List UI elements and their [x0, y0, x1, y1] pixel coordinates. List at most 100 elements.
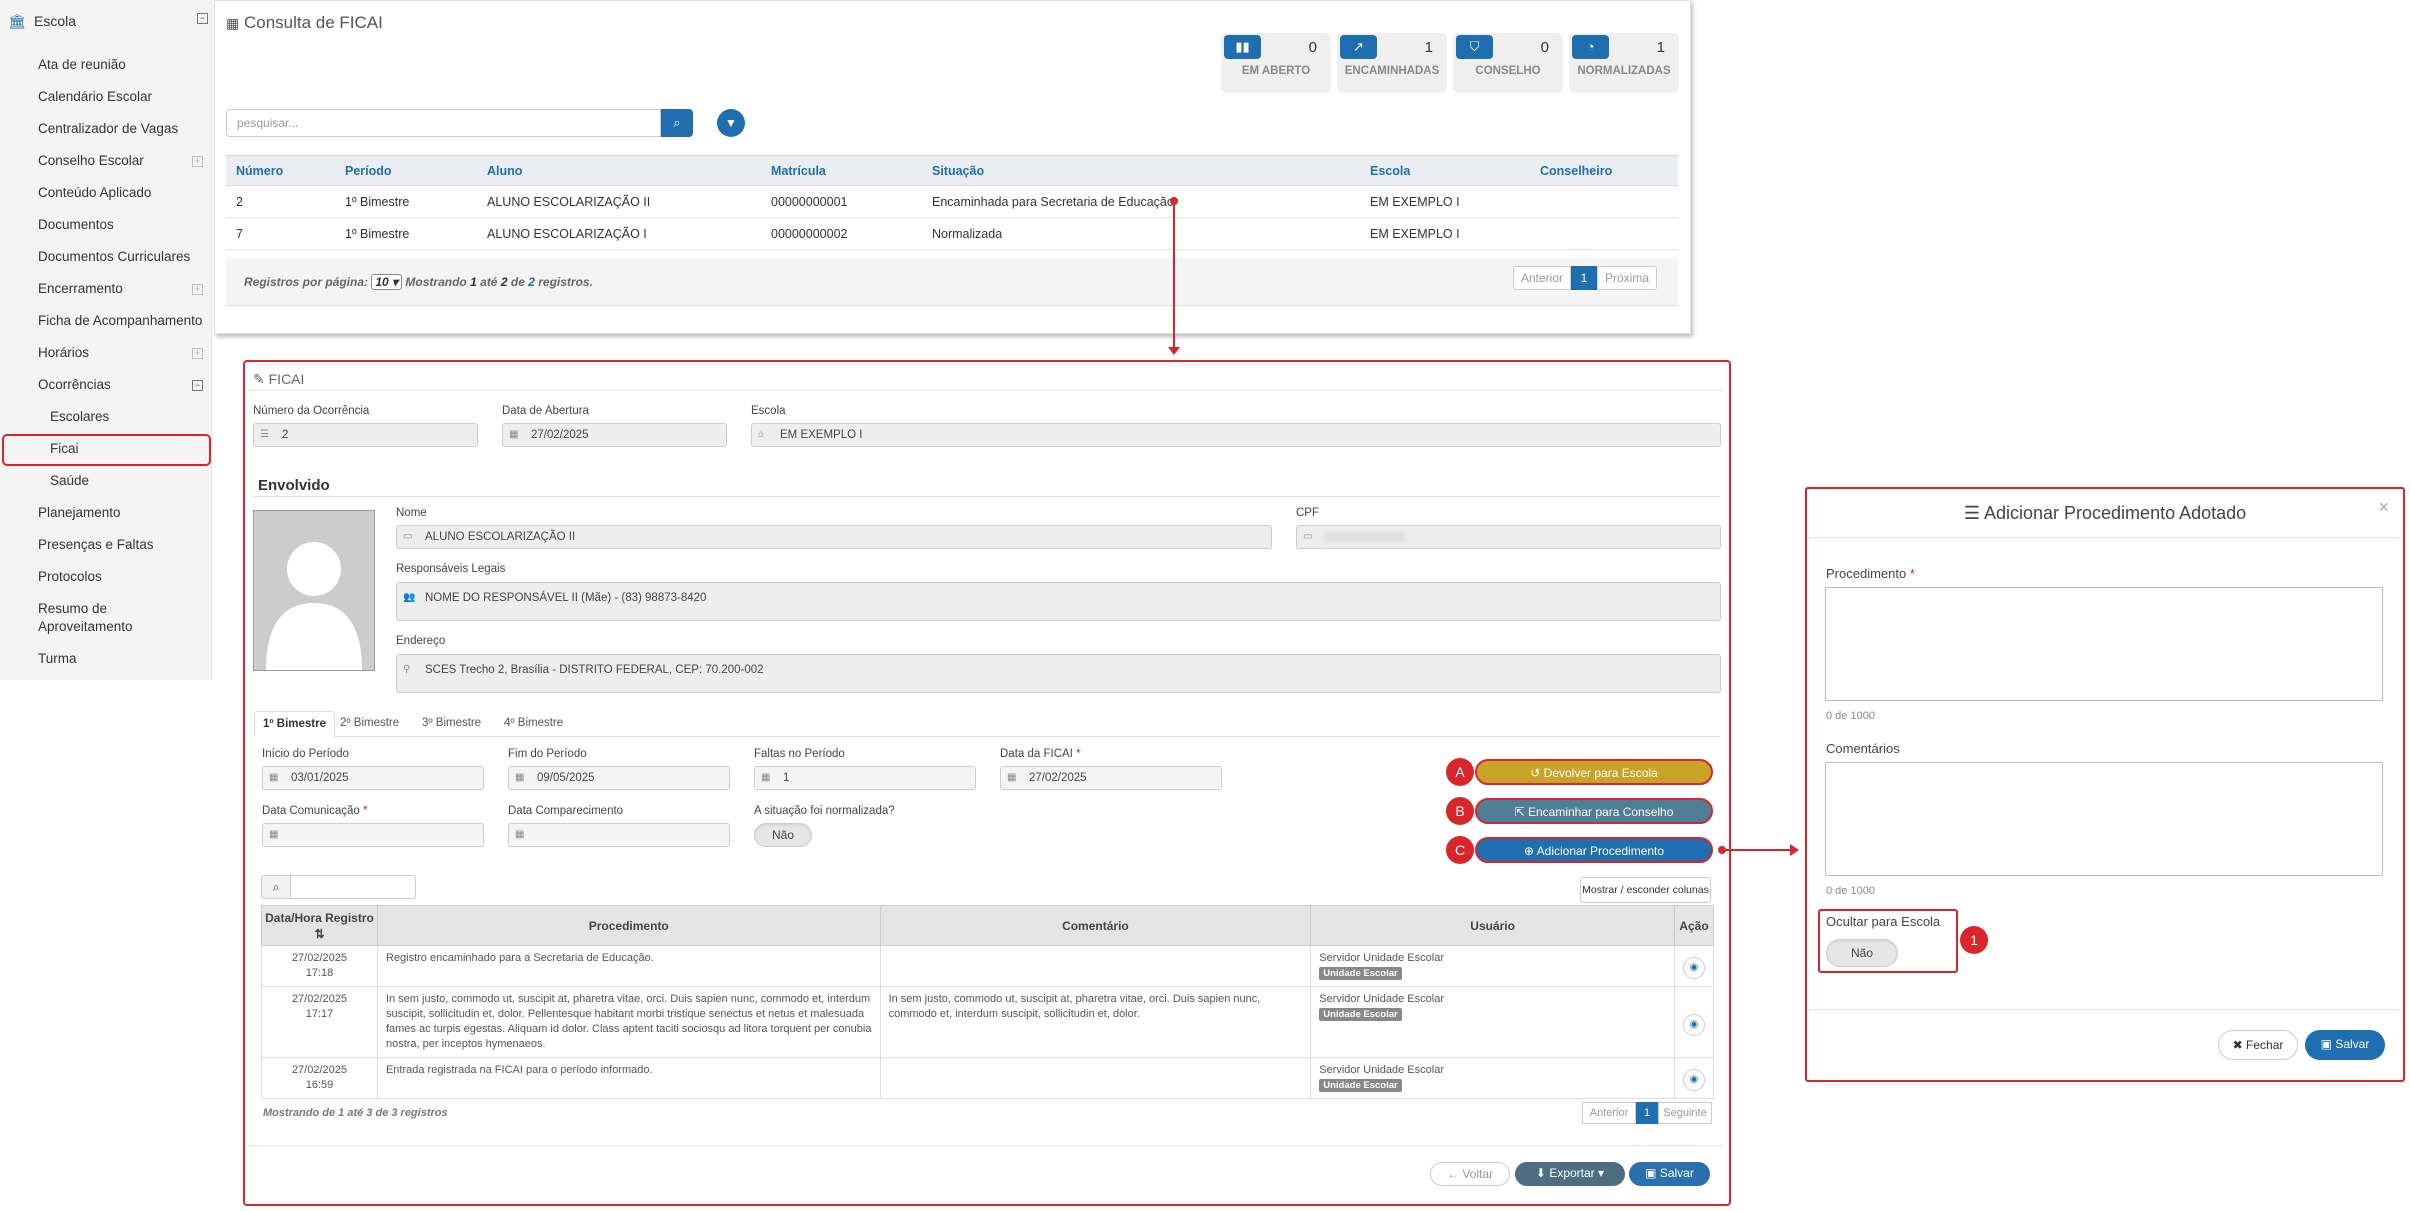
table-row[interactable]: 7 1º Bimestre ALUNO ESCOLARIZAÇÃO I 0000…: [226, 217, 1678, 250]
escola-field[interactable]: ⌂ EM EXEMPLO I: [751, 423, 1721, 447]
sidebar-item-ficai[interactable]: Ficai: [50, 441, 79, 456]
cell-usuario: Servidor Unidade Escolar Unidade Escolar: [1310, 945, 1675, 987]
sidebar-item-presencas[interactable]: Presenças e Faltas: [38, 537, 154, 552]
records-footer-info: Mostrando de 1 até 3 de 3 registros: [263, 1107, 448, 1119]
voltar-button[interactable]: ← Voltar: [1430, 1162, 1510, 1186]
abertura-field[interactable]: ▦ 27/02/2025: [502, 423, 727, 447]
records-pagination-page-1[interactable]: 1: [1636, 1102, 1658, 1124]
sidebar-item-centralizador[interactable]: Centralizador de Vagas: [38, 121, 178, 136]
per-page-select[interactable]: 10 ▾: [371, 274, 403, 290]
normalizada-toggle[interactable]: Não: [754, 823, 812, 847]
col-usuario[interactable]: Usuário: [1310, 905, 1675, 946]
col-situacao[interactable]: Situação: [922, 155, 1360, 186]
eye-icon[interactable]: ◉: [1683, 957, 1705, 979]
sidebar-item-calendario[interactable]: Calendário Escolar: [38, 89, 152, 104]
sidebar-item-saude[interactable]: Saúde: [50, 473, 89, 488]
search-button[interactable]: ⌕: [661, 109, 693, 137]
col-data-hora[interactable]: Data/Hora Registro ⇅: [261, 905, 378, 946]
sidebar-item-ocorrencias[interactable]: Ocorrências: [38, 377, 111, 392]
sidebar-item-horarios[interactable]: Horários: [38, 345, 89, 360]
comparecimento-field[interactable]: ▦: [508, 823, 730, 847]
columns-toggle-button[interactable]: Mostrar / esconder colunas: [1580, 877, 1711, 903]
tab-1-bimestre[interactable]: 1º Bimestre: [254, 711, 336, 737]
exportar-button[interactable]: ⬇ Exportar ▾: [1515, 1162, 1625, 1186]
cell-conselheiro: [1530, 217, 1678, 250]
sidebar-header-label: Escola: [34, 13, 77, 29]
abertura-label: Data de Abertura: [502, 405, 589, 417]
pagination-next[interactable]: Próxima: [1597, 266, 1657, 290]
records-search-input[interactable]: [290, 875, 416, 899]
sidebar-header-escola[interactable]: 🏛 Escola −: [8, 10, 208, 32]
sidebar-item-documentos-curriculares[interactable]: Documentos Curriculares: [38, 249, 190, 264]
expand-icon[interactable]: +: [192, 156, 203, 167]
eye-icon[interactable]: ◉: [1683, 1014, 1705, 1036]
endereco-field[interactable]: ⚲ SCES Trecho 2, Brasília - DISTRITO FEDE…: [396, 654, 1721, 693]
sidebar-item-turma[interactable]: Turma: [38, 651, 77, 666]
avatar-icon: [266, 542, 362, 670]
ocultar-toggle[interactable]: Não: [1826, 939, 1898, 967]
stat-encaminhadas[interactable]: ↗ 1 ENCAMINHADAS: [1337, 33, 1447, 93]
fim-field[interactable]: ▦ 09/05/2025: [508, 766, 730, 790]
col-escola[interactable]: Escola: [1360, 155, 1530, 186]
col-conselheiro[interactable]: Conselheiro: [1530, 155, 1678, 186]
salvar-button[interactable]: ▣ Salvar: [1629, 1162, 1710, 1186]
modal-salvar-button[interactable]: ▣ Salvar: [2305, 1030, 2385, 1060]
sidebar-item-encerramento[interactable]: Encerramento: [38, 281, 123, 296]
filter-button[interactable]: ▼: [717, 109, 745, 137]
tab-3-bimestre[interactable]: 3º Bimestre: [414, 711, 489, 737]
modal-close-icon[interactable]: ×: [2378, 497, 2389, 518]
sidebar-item-conselho[interactable]: Conselho Escolar: [38, 153, 144, 168]
nome-field[interactable]: ▭ ALUNO ESCOLARIZAÇÃO II: [396, 525, 1272, 549]
per-page-value: 10: [375, 275, 389, 289]
sidebar-item-conteudo[interactable]: Conteúdo Aplicado: [38, 185, 151, 200]
tab-4-bimestre[interactable]: 4º Bimestre: [496, 711, 571, 737]
comentarios-textarea[interactable]: [1825, 762, 2383, 876]
col-aluno[interactable]: Aluno: [477, 155, 761, 186]
sidebar-item-planejamento[interactable]: Planejamento: [38, 505, 121, 520]
stat-conselho[interactable]: ⛉ 0 CONSELHO: [1453, 33, 1563, 93]
sidebar-item-documentos[interactable]: Documentos: [38, 217, 114, 232]
pagination-page-1[interactable]: 1: [1571, 266, 1597, 290]
devolver-button[interactable]: ↺ Devolver para Escola: [1475, 759, 1713, 785]
sidebar-item-ata[interactable]: Ata de reunião: [38, 57, 126, 72]
expand-icon[interactable]: +: [192, 348, 203, 359]
stat-em-aberto[interactable]: ▮▮ 0 EM ABERTO: [1221, 33, 1331, 93]
expand-icon[interactable]: +: [192, 284, 203, 295]
adicionar-procedimento-button[interactable]: ⊕ Adicionar Procedimento: [1475, 837, 1713, 863]
cpf-field[interactable]: ▭: [1296, 525, 1721, 549]
responsaveis-field[interactable]: 👥 NOME DO RESPONSÁVEL II (Mãe) - (83) 988…: [396, 582, 1721, 621]
sidebar-item-resumo[interactable]: Resumo de Aproveitamento: [38, 600, 178, 636]
records-pagination-prev[interactable]: Anterior: [1582, 1102, 1636, 1124]
encaminhar-button[interactable]: ⇱ Encaminhar para Conselho: [1475, 798, 1713, 824]
sidebar-item-protocolos[interactable]: Protocolos: [38, 569, 102, 584]
sidebar-item-ficha[interactable]: Ficha de Acompanhamento: [38, 313, 202, 328]
faltas-field[interactable]: ▦ 1: [754, 766, 976, 790]
showing-from: 1: [470, 275, 477, 289]
stat-value: 0: [1540, 39, 1549, 56]
procedimento-textarea[interactable]: [1825, 587, 2383, 701]
fechar-button[interactable]: ✖ Fechar: [2218, 1030, 2298, 1060]
tab-2-bimestre[interactable]: 2º Bimestre: [332, 711, 407, 737]
records-pagination-next[interactable]: Seguinte: [1658, 1102, 1712, 1124]
col-procedimento[interactable]: Procedimento: [376, 905, 881, 946]
collapse-icon[interactable]: −: [197, 13, 208, 24]
eye-icon[interactable]: ◉: [1683, 1069, 1705, 1091]
col-matricula[interactable]: Matrícula: [761, 155, 922, 186]
numero-field[interactable]: ☰ 2: [253, 423, 478, 447]
col-periodo[interactable]: Período: [335, 155, 477, 186]
pagination-prev[interactable]: Anterior: [1513, 266, 1571, 290]
collapse-icon[interactable]: −: [192, 380, 203, 391]
stat-normalizadas[interactable]: ◔ 1 NORMALIZADAS: [1569, 33, 1679, 93]
col-numero[interactable]: Número: [226, 155, 335, 186]
table-row[interactable]: 2 1º Bimestre ALUNO ESCOLARIZAÇÃO II 000…: [226, 185, 1678, 218]
search-input[interactable]: pesquisar...: [226, 109, 661, 137]
divider: [254, 496, 1720, 497]
sidebar-item-escolares[interactable]: Escolares: [50, 409, 109, 424]
col-comentario[interactable]: Comentário: [879, 905, 1312, 946]
cell-aluno: ALUNO ESCOLARIZAÇÃO II: [477, 185, 761, 218]
plus-circle-icon: ⊕: [1523, 844, 1534, 858]
data-ficai-field[interactable]: ▦ 27/02/2025: [1000, 766, 1222, 790]
inicio-field[interactable]: ▦ 03/01/2025: [262, 766, 484, 790]
comunicacao-field[interactable]: ▦: [262, 823, 484, 847]
arrow-left-icon: ←: [1446, 1167, 1459, 1181]
